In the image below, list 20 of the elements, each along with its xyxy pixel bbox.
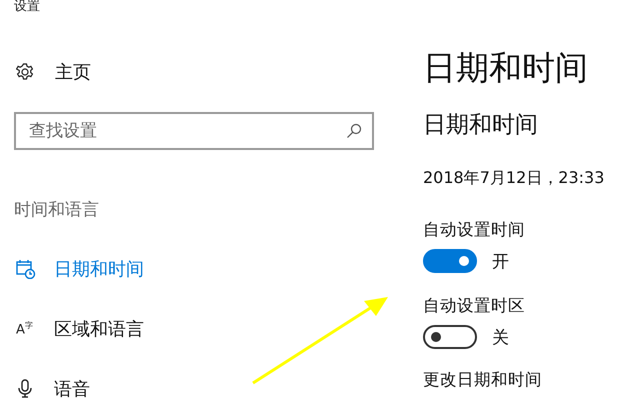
- home-link[interactable]: 主页: [55, 60, 91, 84]
- section-title: 日期和时间: [423, 111, 539, 140]
- search-icon: [346, 123, 362, 139]
- gear-icon: [16, 63, 34, 81]
- toggle-switch[interactable]: [423, 325, 477, 349]
- toggle-state: 关: [492, 326, 509, 348]
- toggle-state: 开: [492, 250, 509, 272]
- section-heading: 时间和语言: [14, 199, 100, 221]
- calendar-clock-icon: [16, 259, 36, 279]
- current-date-time: 2018年7月12日，23:33: [423, 168, 606, 189]
- change-date-time-link[interactable]: 更改日期和时间: [423, 369, 637, 391]
- nav-item[interactable]: 区域和语言: [54, 317, 144, 341]
- setting-label: 自动设置时间: [423, 219, 526, 241]
- search-field[interactable]: 查找设置: [14, 112, 374, 150]
- nav-item[interactable]: 日期和时间: [54, 257, 144, 281]
- setting-label: 自动设置时区: [423, 295, 526, 317]
- toggle-switch[interactable]: [423, 249, 477, 273]
- nav-item[interactable]: 语音: [54, 377, 90, 401]
- page-title: 日期和时间: [423, 48, 589, 88]
- language-icon: A$^{字}$: [16, 322, 36, 336]
